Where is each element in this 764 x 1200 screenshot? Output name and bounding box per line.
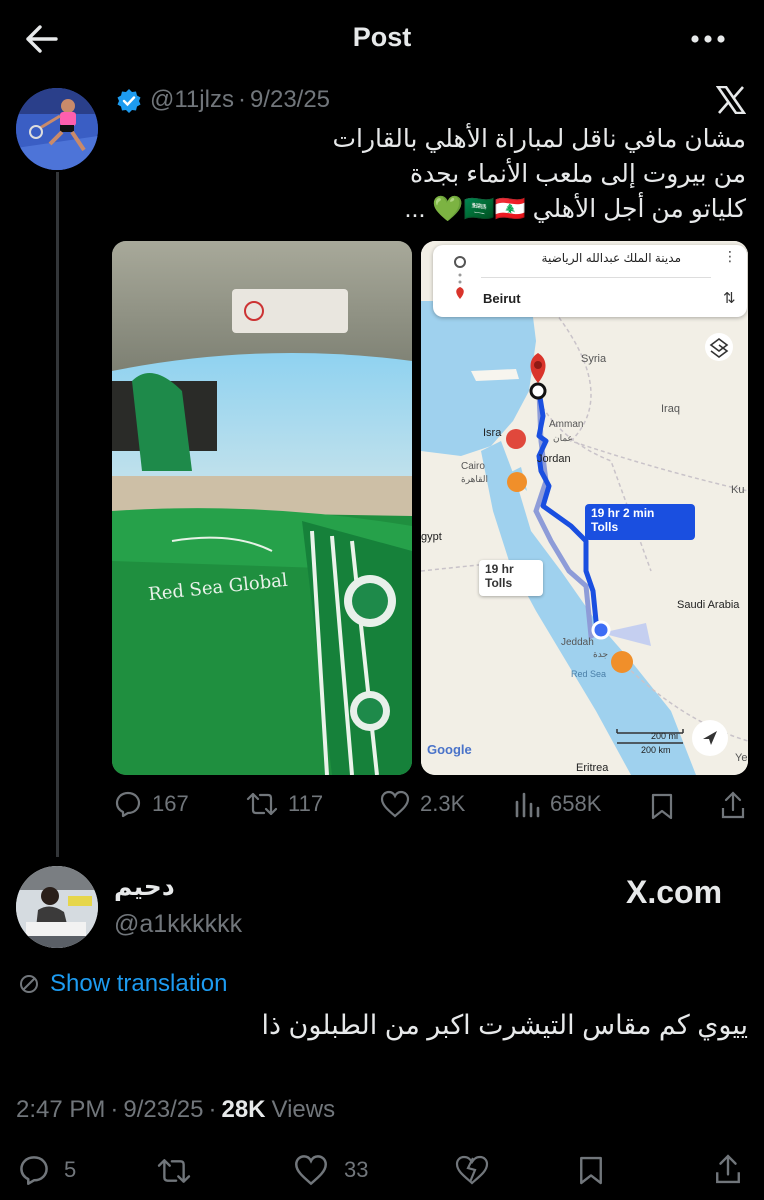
repost-count: 117 [288,791,324,816]
post-meta: @11jlzs · 9/23/25 [150,86,330,114]
scale-km: 200 km [641,745,671,755]
map-label-iraq: Iraq [661,403,680,415]
reply-views-count: 28K [221,1096,266,1123]
map-label-ku: Ku [731,484,745,496]
reply-text: ييوي كم مقاس التيشرت اكبر من الطبلون ذا [261,1010,749,1040]
post-date[interactable]: 9/23/25 [250,86,330,113]
map-label-amman: Amman [549,419,584,430]
heart-icon [380,790,410,818]
share-icon[interactable] [720,790,746,820]
route-main-time: 19 hr 2 min [591,506,655,520]
views-button[interactable]: 658K [514,790,601,818]
reply-time[interactable]: 2:47 PM [16,1096,105,1123]
map-label-jeddah-ar: جدة [593,649,609,659]
reply-author-handle[interactable]: @a1kkkkkk [114,910,242,939]
comment-icon [114,790,142,818]
reply-meta: 2:47 PM · 9/23/25 · 28K Views [16,1096,335,1124]
reply-button[interactable]: 167 [114,790,189,818]
map-label-ye: Ye [735,752,748,764]
post-text-line: كلياتو من أجل الأهلي 🇸🇦🇱🇧💚 ... [404,195,746,223]
reply-repost-icon[interactable] [156,1156,192,1186]
route-main-tolls: Tolls [591,520,619,534]
translate-icon [18,973,40,995]
comment-icon [18,1154,50,1186]
reply-like-count: 33 [344,1157,369,1182]
repost-button[interactable]: 117 [246,790,323,818]
repost-icon [246,790,278,818]
reply-date[interactable]: 9/23/25 [123,1096,203,1123]
meta-dot: · [237,86,246,113]
map-label-redsea: Red Sea [571,669,607,679]
reply-like-button[interactable]: 33 [294,1154,368,1186]
route-origin[interactable]: Beirut [483,291,521,306]
reply-count: 167 [152,791,189,816]
route-alt-time: 19 hr [485,562,514,576]
author-handle[interactable]: @11jlzs [150,86,234,113]
meta-dot: · [110,1096,119,1123]
reply-bookmark-icon[interactable] [578,1154,604,1186]
map-label-cairo: Cairo [461,461,485,472]
show-translation-link[interactable]: Show translation [18,970,227,998]
scale-mi: 200 mi [651,731,679,741]
route-main-callout[interactable]: 19 hr 2 min Tolls [585,504,695,540]
views-count: 658K [550,791,602,816]
x-com-watermark: X.com [626,874,723,910]
like-count: 2.3K [420,791,466,816]
map-label-jeddah: Jeddah [561,637,594,648]
show-translation-label: Show translation [50,970,228,997]
like-button[interactable]: 2.3K [380,790,465,818]
more-options-icon[interactable] [690,34,726,44]
route-destination[interactable]: مدينة الملك عبدالله الرياضية [481,251,681,265]
verified-badge-icon [116,88,142,114]
bookmark-icon[interactable] [650,792,674,820]
meta-dot: · [208,1096,217,1123]
post-text-line: من بيروت إلى ملعب الأنماء بجدة [409,160,746,188]
map-label-cairo-ar: القاهرة [461,474,488,484]
reply-author-name[interactable]: دحيم [114,872,175,902]
google-logo: Google [427,742,472,757]
reply-reply-count: 5 [64,1157,77,1182]
page-title: Post [352,22,412,52]
x-logo-icon [716,86,746,114]
analytics-icon [514,790,540,818]
map-label-jordan: Jordan [537,453,571,465]
map-label-syria: Syria [581,353,607,365]
map-label-egypt: gypt [421,531,442,543]
map-label-saudi: Saudi Arabia [677,599,740,611]
route-alt-callout[interactable]: 19 hr Tolls [479,560,543,596]
media-photo[interactable]: Red Sea Global [112,241,412,775]
route-alt-tolls: Tolls [485,576,513,590]
dislike-icon[interactable] [454,1154,490,1186]
reply-avatar[interactable] [16,866,98,948]
menu-dots-icon[interactable]: ⋮ [723,249,737,263]
swap-icon[interactable]: ⇅ [723,289,736,307]
media-map[interactable]: مدينة الملك عبدالله الرياضية Beirut ⋮ ⇅ … [421,241,748,775]
thread-line [56,172,59,857]
map-label-amman-ar: عمان [553,433,573,443]
post-text: مشان مافي ناقل لمباراة الأهلي بالقارات م… [300,122,746,227]
route-divider [481,277,711,278]
map-label-eritrea: Eritrea [576,762,609,774]
reply-share-icon[interactable] [714,1152,742,1186]
map-label-israel: Isra [483,427,502,439]
reply-reply-button[interactable]: 5 [18,1154,76,1186]
route-panel: مدينة الملك عبدالله الرياضية Beirut ⋮ ⇅ [433,245,747,317]
heart-icon [294,1154,328,1186]
post-text-line: مشان مافي ناقل لمباراة الأهلي بالقارات [332,125,746,153]
avatar[interactable] [16,88,98,170]
reply-views-label: Views [271,1096,336,1123]
